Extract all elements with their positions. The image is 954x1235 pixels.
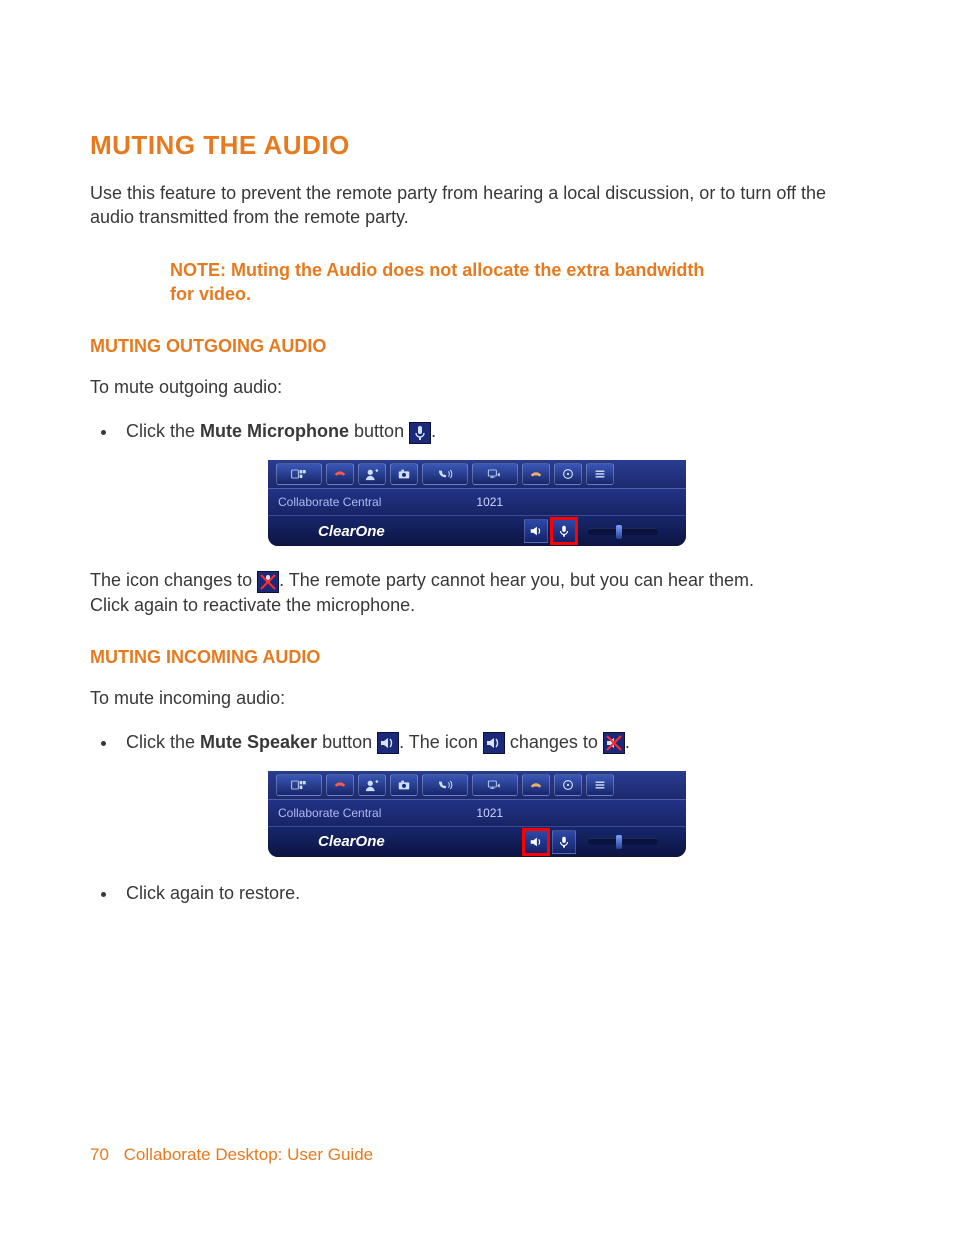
text: The icon changes to <box>90 570 257 590</box>
add-contact-icon[interactable] <box>358 463 386 485</box>
speaker-muted-icon <box>603 732 625 754</box>
text: . <box>625 732 630 752</box>
text: Click again to reactivate the microphone… <box>90 595 415 615</box>
microphone-button[interactable] <box>552 830 576 854</box>
button-name: Mute Speaker <box>200 732 317 752</box>
page-footer: 70 Collaborate Desktop: User Guide <box>90 1145 373 1165</box>
status-number: 1021 <box>476 495 503 509</box>
phone-volume-icon[interactable] <box>422 463 468 485</box>
add-contact-icon[interactable] <box>358 774 386 796</box>
status-number: 1021 <box>476 806 503 820</box>
list-icon[interactable] <box>586 463 614 485</box>
microphone-button[interactable] <box>552 519 576 543</box>
brand-logo: ClearOne <box>318 833 385 850</box>
product-label: Collaborate Central <box>278 495 381 509</box>
text: Click again to restore. <box>126 883 300 903</box>
note-label: NOTE: <box>170 260 226 280</box>
outgoing-steps: Click the Mute Microphone button . <box>90 417 864 446</box>
note-block: NOTE: Muting the Audio does not allocate… <box>170 258 730 307</box>
end-call-icon[interactable] <box>522 774 550 796</box>
hangup-icon[interactable] <box>326 463 354 485</box>
layout-icon[interactable] <box>276 774 322 796</box>
monitor-share-icon[interactable] <box>472 774 518 796</box>
brand-row: ClearOne <box>268 827 686 857</box>
text: . The remote party cannot hear you, but … <box>279 570 754 590</box>
incoming-intro: To mute incoming audio: <box>90 686 864 710</box>
speaker-icon <box>483 732 505 754</box>
outgoing-after: The icon changes to . The remote party c… <box>90 568 864 617</box>
page-number: 70 <box>90 1145 109 1164</box>
toolbar-row <box>268 771 686 800</box>
list-item: Click the Mute Microphone button . <box>118 417 864 446</box>
status-row: Collaborate Central 1021 <box>268 489 686 516</box>
note-text: Muting the Audio does not allocate the e… <box>170 260 704 304</box>
subheading-outgoing: MUTING OUTGOING AUDIO <box>90 336 864 357</box>
toolbar-row <box>268 460 686 489</box>
text: Click the <box>126 732 200 752</box>
text: changes to <box>505 732 603 752</box>
microphone-icon <box>409 422 431 444</box>
list-icon[interactable] <box>586 774 614 796</box>
speaker-button[interactable] <box>524 830 548 854</box>
speaker-button[interactable] <box>524 519 548 543</box>
list-item: Click again to restore. <box>118 879 864 908</box>
text: Click the <box>126 421 200 441</box>
text: button <box>349 421 409 441</box>
outgoing-intro: To mute outgoing audio: <box>90 375 864 399</box>
volume-slider[interactable] <box>588 838 658 845</box>
incoming-restore: Click again to restore. <box>90 879 864 908</box>
section-heading: MUTING THE AUDIO <box>90 130 864 161</box>
layout-icon[interactable] <box>276 463 322 485</box>
brand-row: ClearOne <box>268 516 686 546</box>
camera-icon[interactable] <box>390 463 418 485</box>
slider-knob[interactable] <box>616 525 622 539</box>
list-item: Click the Mute Speaker button . The icon… <box>118 728 864 757</box>
incoming-steps: Click the Mute Speaker button . The icon… <box>90 728 864 757</box>
camera-icon[interactable] <box>390 774 418 796</box>
disc-icon[interactable] <box>554 463 582 485</box>
document-page: MUTING THE AUDIO Use this feature to pre… <box>0 0 954 1235</box>
disc-icon[interactable] <box>554 774 582 796</box>
volume-slider[interactable] <box>588 528 658 535</box>
button-name: Mute Microphone <box>200 421 349 441</box>
text: . The icon <box>399 732 483 752</box>
text: button <box>317 732 377 752</box>
microphone-muted-icon <box>257 571 279 593</box>
status-row: Collaborate Central 1021 <box>268 800 686 827</box>
text: . <box>431 421 436 441</box>
hangup-icon[interactable] <box>326 774 354 796</box>
audio-controls <box>524 830 658 854</box>
end-call-icon[interactable] <box>522 463 550 485</box>
audio-controls <box>524 519 658 543</box>
product-label: Collaborate Central <box>278 806 381 820</box>
slider-knob[interactable] <box>616 835 622 849</box>
monitor-share-icon[interactable] <box>472 463 518 485</box>
intro-paragraph: Use this feature to prevent the remote p… <box>90 181 864 230</box>
app-toolbar-screenshot: Collaborate Central 1021 ClearOne <box>268 771 686 857</box>
speaker-icon <box>377 732 399 754</box>
phone-volume-icon[interactable] <box>422 774 468 796</box>
app-toolbar-screenshot: Collaborate Central 1021 ClearOne <box>268 460 686 546</box>
subheading-incoming: MUTING INCOMING AUDIO <box>90 647 864 668</box>
brand-logo: ClearOne <box>318 523 385 540</box>
book-title: Collaborate Desktop: User Guide <box>124 1145 373 1164</box>
